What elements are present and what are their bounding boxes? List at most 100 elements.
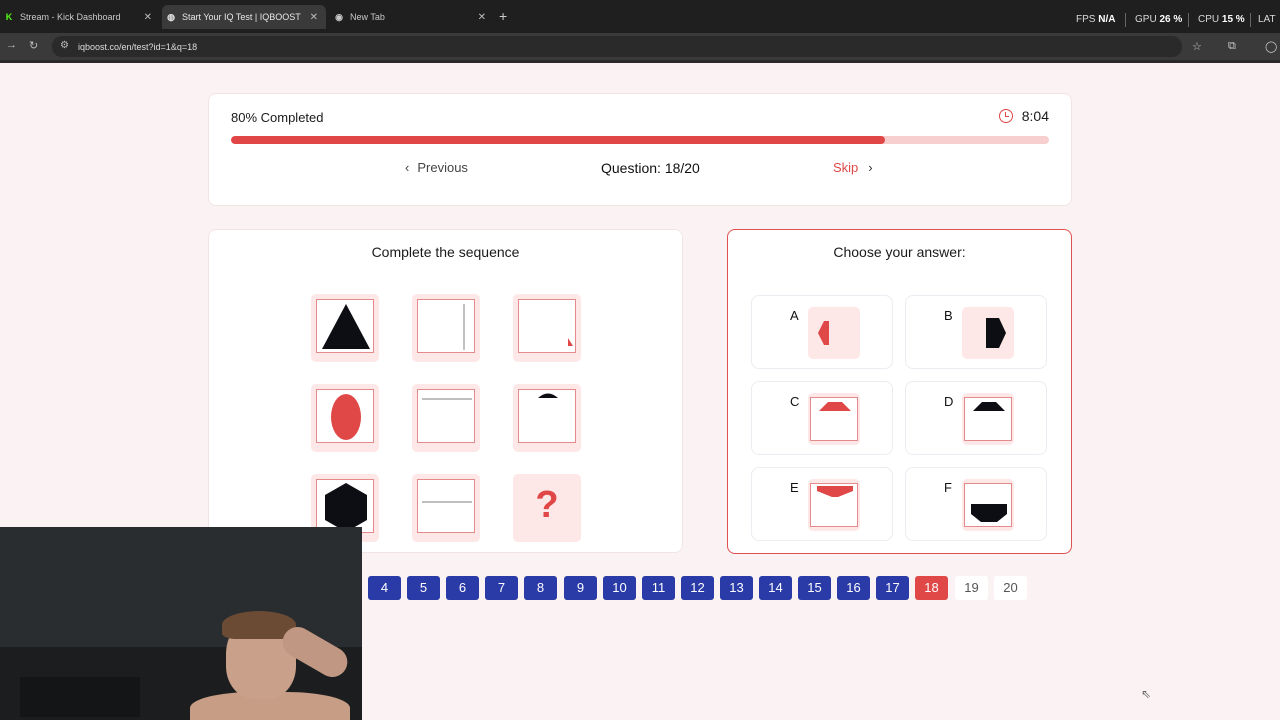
question-nav-button-17[interactable]: 17: [876, 576, 909, 600]
hud-divider: [1125, 13, 1126, 27]
site-settings-icon[interactable]: ⚙: [60, 40, 69, 51]
answer-option-c[interactable]: C: [751, 381, 893, 455]
globe-icon: ◍: [167, 11, 175, 22]
bookmark-star-icon[interactable]: ☆: [1192, 40, 1202, 53]
option-figure: [962, 479, 1014, 531]
fps-value: N/A: [1098, 14, 1116, 25]
mouse-cursor-icon: ⇖: [1141, 687, 1152, 701]
middle-line-shape: [422, 501, 472, 503]
tab-new-tab[interactable]: ◉ New Tab ✕: [330, 5, 494, 29]
cpu-value: 15 %: [1221, 14, 1245, 25]
skip-button[interactable]: Skip ›: [833, 160, 873, 175]
question-nav-button-12[interactable]: 12: [681, 576, 714, 600]
red-corner-shape: [568, 338, 573, 346]
option-letter: C: [790, 394, 800, 409]
cell-frame: [518, 299, 576, 353]
option-figure: [808, 307, 860, 359]
cell-frame: [417, 389, 475, 443]
reload-icon[interactable]: ↻: [29, 39, 38, 52]
new-tab-button[interactable]: +: [499, 8, 507, 24]
question-nav-button-7[interactable]: 7: [485, 576, 518, 600]
question-nav-button-5[interactable]: 5: [407, 576, 440, 600]
question-counter: Question: 18/20: [601, 160, 700, 176]
question-nav-button-10[interactable]: 10: [603, 576, 636, 600]
question-nav-button-14[interactable]: 14: [759, 576, 792, 600]
vertical-line-shape: [463, 304, 465, 350]
question-nav-button-4[interactable]: 4: [368, 576, 401, 600]
red-up-roof-shape: [819, 402, 851, 411]
tab-kick-dashboard[interactable]: K Stream - Kick Dashboard ✕: [0, 5, 160, 29]
progress-label: 80% Completed: [231, 110, 324, 125]
profile-icon[interactable]: ◯: [1265, 40, 1277, 53]
sequence-cell-middle-line: [412, 474, 480, 542]
question-nav-button-8[interactable]: 8: [524, 576, 557, 600]
option-figure: [808, 479, 860, 531]
question-nav-button-18[interactable]: 18: [915, 576, 948, 600]
clock-icon: [998, 109, 1013, 123]
cpu-label: CPU: [1198, 14, 1220, 25]
question-nav-button-15[interactable]: 15: [798, 576, 831, 600]
sequence-cell-horizontal-line: [412, 384, 480, 452]
webcam-furniture: [20, 677, 140, 717]
black-right-arrow-shape: [986, 318, 1006, 348]
cell-frame: [417, 299, 475, 353]
chrome-icon: ◉: [335, 11, 343, 22]
option-frame: [810, 397, 858, 441]
half-dome-shape: [538, 393, 558, 398]
timer-value: 8:04: [1021, 108, 1049, 124]
question-nav-button-16[interactable]: 16: [837, 576, 870, 600]
question-nav-button-11[interactable]: 11: [642, 576, 675, 600]
option-letter: F: [944, 480, 952, 495]
option-frame: [964, 483, 1012, 527]
option-figure: [962, 393, 1014, 445]
cpu-readout: CPU 15 %: [1198, 14, 1245, 25]
black-up-roof-shape: [973, 402, 1005, 411]
skip-label: Skip: [833, 160, 859, 175]
red-left-arrow-shape: [818, 321, 829, 345]
question-nav-button-13[interactable]: 13: [720, 576, 753, 600]
fps-label: FPS: [1076, 14, 1096, 25]
chevron-right-icon: ›: [868, 160, 873, 175]
question-nav-button-20[interactable]: 20: [994, 576, 1027, 600]
red-down-wedge-shape: [817, 486, 853, 497]
question-nav-button-9[interactable]: 9: [564, 576, 597, 600]
address-bar: → ↻ ⚙ iqboost.co/en/test?id=1&q=18 ☆ ⧉ ◯: [0, 33, 1280, 60]
progress-bar-fill: [231, 136, 886, 144]
option-figure: [962, 307, 1014, 359]
question-nav-button-6[interactable]: 6: [446, 576, 479, 600]
horizontal-line-shape: [422, 398, 472, 400]
answer-option-f[interactable]: F: [905, 467, 1047, 541]
sequence-cell-red-corner: [513, 294, 581, 362]
sequence-cell-red-ellipse: [311, 384, 379, 452]
triangle-shape: [322, 304, 370, 349]
answer-option-b[interactable]: B: [905, 295, 1047, 369]
url-field[interactable]: ⚙: [52, 36, 1182, 57]
option-letter: E: [790, 480, 799, 495]
close-tab-icon[interactable]: ✕: [310, 12, 318, 23]
answer-option-e[interactable]: E: [751, 467, 893, 541]
browser-tab-bar: K Stream - Kick Dashboard ✕ ◍ Start Your…: [0, 0, 1280, 33]
option-frame: [964, 397, 1012, 441]
lat-readout: LAT: [1258, 14, 1276, 25]
cell-frame: [316, 479, 374, 533]
previous-button[interactable]: ‹ Previous: [405, 160, 468, 175]
close-tab-icon[interactable]: ✕: [144, 12, 152, 23]
gpu-value: 26 %: [1159, 14, 1183, 25]
question-nav-button-19[interactable]: 19: [955, 576, 988, 600]
close-tab-icon[interactable]: ✕: [478, 12, 486, 23]
answer-option-d[interactable]: D: [905, 381, 1047, 455]
progress-card: 80% Completed 8:04 ‹ Previous Question: …: [208, 93, 1072, 206]
option-letter: D: [944, 394, 954, 409]
tab-iqboost[interactable]: ◍ Start Your IQ Test | IQBOOST ✕: [162, 5, 326, 29]
answers-title: Choose your answer:: [833, 244, 966, 260]
answer-option-a[interactable]: A: [751, 295, 893, 369]
cell-frame: [316, 299, 374, 353]
extensions-icon[interactable]: ⧉: [1228, 40, 1236, 53]
question-mark: ?: [535, 484, 559, 526]
hud-divider: [1250, 13, 1251, 27]
kick-logo-icon: K: [5, 12, 13, 22]
forward-icon[interactable]: →: [6, 39, 17, 51]
answers-card: Choose your answer: A B C D E F: [727, 229, 1072, 554]
sequence-cell-triangle: [311, 294, 379, 362]
fps-readout: FPS N/A: [1076, 14, 1115, 25]
